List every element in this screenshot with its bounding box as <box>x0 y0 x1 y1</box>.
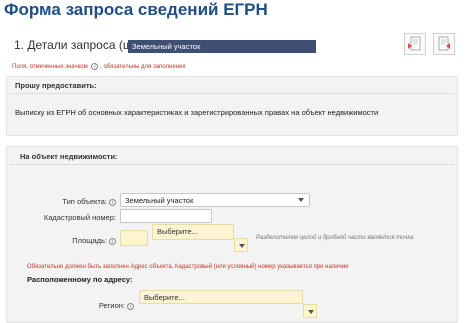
object-type-label: Тип объекта: i <box>40 197 116 206</box>
region-select[interactable]: Выберите... <box>139 290 303 304</box>
chevron-down-icon <box>239 244 245 248</box>
object-type-value: Земельный участок <box>125 196 194 205</box>
document-icon[interactable] <box>433 33 455 55</box>
area-unit-dropdown-button[interactable] <box>234 238 248 252</box>
region-dropdown-button[interactable] <box>303 304 317 318</box>
object-type-label-text: Тип объекта: <box>62 197 107 206</box>
area-unit-select[interactable]: Выберите... <box>152 224 234 240</box>
step-header: 1. Детали запроса (ш Земельный участок <box>8 30 460 60</box>
region-label-text: Регион: <box>98 301 125 310</box>
divider <box>10 164 454 165</box>
chevron-down-icon <box>308 310 314 314</box>
required-note-text: Поля, отмеченные значком <box>12 64 88 71</box>
property-title: На объект недвижимости: <box>20 152 118 161</box>
info-icon: i <box>127 302 134 310</box>
area-label: Площадь: i <box>40 236 116 245</box>
info-icon: i <box>109 198 116 206</box>
area-label-text: Площадь: <box>72 236 107 245</box>
address-title: Расположенному по адресу: <box>27 275 133 284</box>
step-title: 1. Детали запроса (ш <box>14 38 133 52</box>
page-title: Форма запроса сведений ЕГРН <box>4 0 268 19</box>
document-icon[interactable] <box>404 33 426 55</box>
info-icon: i <box>91 63 99 70</box>
provide-text: Выписку из ЕГРН об основных характеристи… <box>15 108 379 117</box>
address-required-note: Обязательно должен быть заполнен Адрес о… <box>27 264 349 270</box>
document-icon-graphic <box>408 36 421 51</box>
provide-title: Прошу предоставить: <box>15 81 97 90</box>
region-label: Регион: i <box>60 301 134 310</box>
area-hint: Разделителем целой и дробной части являе… <box>256 235 414 241</box>
cadastral-number-label: Кадастровый номер: <box>43 213 116 222</box>
info-icon: i <box>109 237 116 245</box>
required-fields-note: Поля, отмеченные значком i , обязательны… <box>12 63 186 70</box>
divider <box>10 93 454 94</box>
area-input[interactable] <box>120 230 148 246</box>
document-icon-graphic <box>438 36 450 51</box>
chevron-down-icon <box>298 198 304 202</box>
tooltip: Земельный участок <box>128 40 316 53</box>
cadastral-number-input[interactable] <box>120 209 212 223</box>
object-type-select[interactable]: Земельный участок <box>120 193 310 207</box>
required-note-suffix: , обязательны для заполнения <box>100 64 186 71</box>
